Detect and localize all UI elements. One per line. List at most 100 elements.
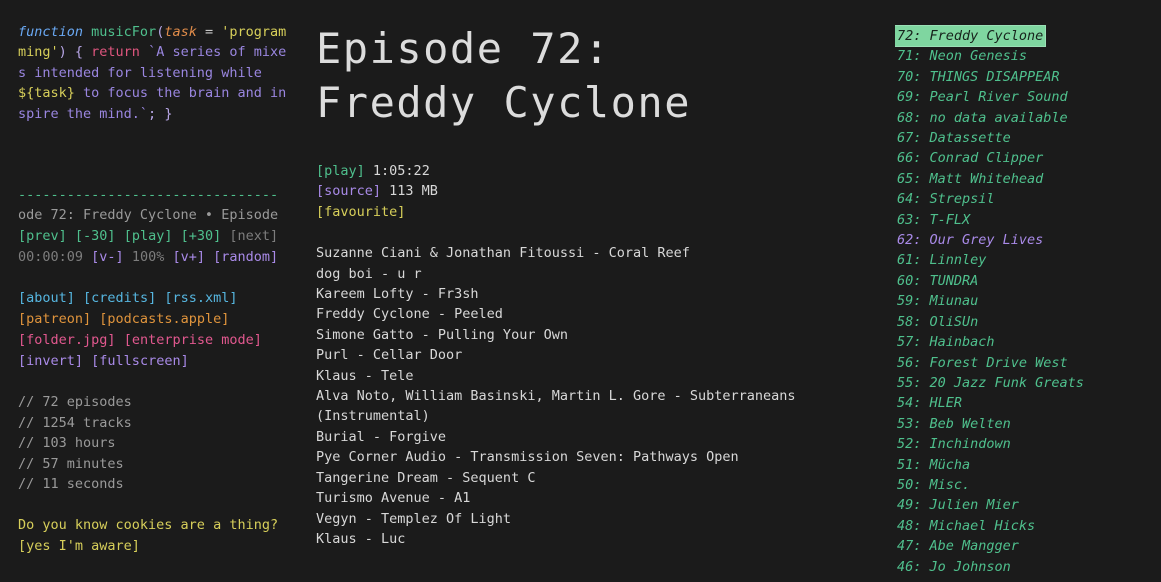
enterprise-mode-link[interactable]: [enterprise mode] bbox=[124, 332, 262, 348]
episode-list-item[interactable]: 67: Datassette bbox=[895, 128, 1013, 148]
episode-list-item[interactable]: 49: Julien Mier bbox=[895, 495, 1021, 515]
folder-jpg-link[interactable]: [folder.jpg] bbox=[18, 332, 116, 348]
volume-down-button[interactable]: [v-] bbox=[91, 249, 124, 265]
code-equals: = bbox=[196, 24, 222, 40]
stat-seconds: // 11 seconds bbox=[18, 476, 124, 493]
play-button[interactable]: [play] bbox=[124, 228, 173, 244]
random-button[interactable]: [random] bbox=[213, 249, 278, 265]
episode-list-item[interactable]: 72: Freddy Cyclone bbox=[895, 24, 1047, 48]
links-row-3: [folder.jpg] [enterprise mode] bbox=[18, 330, 310, 351]
episode-list-item[interactable]: 51: Mücha bbox=[895, 455, 972, 475]
track-item: Vegyn - Templez Of Light bbox=[316, 510, 512, 527]
episode-duration: 1:05:22 bbox=[372, 163, 430, 179]
episode-list-item[interactable]: 52: Inchindown bbox=[895, 434, 1013, 454]
forward-30-button[interactable]: [+30] bbox=[181, 228, 222, 244]
about-link[interactable]: [about] bbox=[18, 290, 75, 306]
stat-minutes: // 57 minutes bbox=[18, 455, 124, 472]
episode-list-item[interactable]: 48: Michael Hicks bbox=[895, 516, 1037, 536]
rewind-30-button[interactable]: [-30] bbox=[75, 228, 116, 244]
episode-list-item[interactable]: 61: Linnley bbox=[895, 250, 988, 270]
rss-link[interactable]: [rss.xml] bbox=[164, 290, 237, 306]
episode-list-item[interactable]: 54: HLER bbox=[895, 393, 964, 413]
code-parameter: task bbox=[164, 24, 197, 40]
episode-list-item[interactable]: 50: Misc. bbox=[895, 475, 972, 495]
code-semicolon: ; bbox=[148, 105, 165, 122]
track-item: Suzanne Ciani & Jonathan Fitoussi - Cora… bbox=[316, 245, 690, 262]
track-item: Kareem Lofty - Fr3sh bbox=[316, 286, 479, 303]
time-volume-row: 00:00:09 [v-] 100% [v+] [random] bbox=[18, 247, 310, 268]
episode-filesize: 113 MB bbox=[389, 183, 438, 200]
stat-tracks: // 1254 tracks bbox=[18, 414, 132, 431]
player-separator: -------------------------------- bbox=[18, 187, 279, 204]
track-item: dog boi - u r bbox=[316, 265, 422, 282]
episode-list-item[interactable]: 66: Conrad Clipper bbox=[895, 148, 1045, 168]
stat-hours: // 103 hours bbox=[18, 435, 116, 452]
track-item: Klaus - Tele bbox=[316, 367, 414, 384]
links-gap bbox=[18, 268, 310, 288]
meta-play-row: [play] 1:05:22 bbox=[316, 161, 895, 181]
episode-list-item[interactable]: 47: Abe Mangger bbox=[895, 536, 1021, 556]
cookie-gap bbox=[18, 495, 310, 515]
episode-list-item[interactable]: 62: Our Grey Lives bbox=[895, 230, 1045, 250]
episode-list-item[interactable]: 63: T-FLX bbox=[895, 210, 972, 230]
episode-list-item[interactable]: 46: Jo Johnson bbox=[895, 557, 1013, 577]
episode-list-item[interactable]: 60: TUNDRA bbox=[895, 271, 980, 291]
episode-list-item[interactable]: 58: OliSUn bbox=[895, 312, 980, 332]
code-brace-close: } bbox=[164, 105, 173, 122]
now-playing-marquee: ode 72: Freddy Cyclone • Episode bbox=[18, 207, 279, 224]
app-root: function musicFor(task = 'programming') … bbox=[0, 0, 1161, 582]
tracklist: Suzanne Ciani & Jonathan Fitoussi - Cora… bbox=[316, 243, 895, 549]
meta-favourite-row: [favourite] bbox=[316, 202, 895, 222]
episode-favourite-button[interactable]: [favourite] bbox=[316, 204, 405, 220]
fullscreen-link[interactable]: [fullscreen] bbox=[91, 353, 189, 369]
episode-list[interactable]: 72: Freddy Cyclone 71: Neon Genesis 70: … bbox=[895, 0, 1161, 582]
meta-source-row: [source] 113 MB bbox=[316, 181, 895, 201]
code-function-name: musicFor bbox=[83, 24, 157, 40]
volume-up-button[interactable]: [v+] bbox=[172, 249, 205, 265]
episode-list-item[interactable]: 70: THINGS DISAPPEAR bbox=[895, 67, 1062, 87]
episode-list-item[interactable]: 57: Hainbach bbox=[895, 332, 997, 352]
code-snippet: function musicFor(task = 'programming') … bbox=[18, 22, 290, 124]
episode-detail: Episode 72: Freddy Cyclone [play] 1:05:2… bbox=[310, 0, 895, 582]
code-return-keyword: return bbox=[91, 44, 140, 61]
episode-list-item[interactable]: 53: Beb Welten bbox=[895, 414, 1013, 434]
track-item: Burial - Forgive bbox=[316, 428, 447, 445]
episode-list-item[interactable]: 68: no data available bbox=[895, 108, 1070, 128]
patreon-link[interactable]: [patreon] bbox=[18, 311, 91, 327]
invert-link[interactable]: [invert] bbox=[18, 353, 83, 369]
apple-podcasts-link[interactable]: [podcasts.apple] bbox=[99, 311, 229, 327]
code-paren-close: ) bbox=[58, 44, 67, 61]
track-item: Purl - Cellar Door bbox=[316, 347, 463, 364]
track-item: Klaus - Luc bbox=[316, 530, 406, 547]
episode-play-button[interactable]: [play] bbox=[316, 163, 365, 179]
track-item: Tangerine Dream - Sequent C bbox=[316, 469, 536, 486]
episode-list-item[interactable]: 71: Neon Genesis bbox=[895, 46, 1029, 66]
volume-value: 100% bbox=[131, 249, 165, 266]
episode-list-item[interactable]: 56: Forest Drive West bbox=[895, 353, 1070, 373]
track-item: Turismo Avenue - A1 bbox=[316, 490, 471, 507]
code-keyword: function bbox=[18, 24, 84, 40]
track-item: Pye Corner Audio - Transmission Seven: P… bbox=[316, 449, 739, 466]
code-brace-open: { bbox=[66, 44, 92, 61]
episode-list-item[interactable]: 55: 20 Jazz Funk Greats bbox=[895, 373, 1086, 393]
stats-gap bbox=[18, 372, 310, 392]
episode-list-item[interactable]: 64: Strepsil bbox=[895, 189, 997, 209]
cookie-notice-text: Do you know cookies are a thing? bbox=[18, 516, 279, 533]
prev-button[interactable]: [prev] bbox=[18, 228, 67, 244]
episode-source-link[interactable]: [source] bbox=[316, 183, 381, 199]
links-row-2: [patreon] [podcasts.apple] bbox=[18, 309, 310, 330]
left-spacer bbox=[18, 126, 310, 186]
code-interpolation: ${task} bbox=[18, 85, 75, 102]
credits-link[interactable]: [credits] bbox=[83, 290, 156, 306]
links-row-4: [invert] [fullscreen] bbox=[18, 351, 310, 372]
links-row-1: [about] [credits] [rss.xml] bbox=[18, 288, 310, 309]
track-item: (Instrumental) bbox=[316, 408, 430, 425]
episode-meta: [play] 1:05:22 [source] 113 MB [favourit… bbox=[316, 161, 895, 222]
episode-list-item[interactable]: 59: Miunau bbox=[895, 291, 980, 311]
episode-list-item[interactable]: 65: Matt Whitehead bbox=[895, 169, 1045, 189]
cookie-accept-button[interactable]: [yes I'm aware] bbox=[18, 536, 310, 557]
page-title: Episode 72: Freddy Cyclone bbox=[316, 24, 692, 127]
transport-controls: [prev] [-30] [play] [+30] [next] bbox=[18, 226, 310, 247]
elapsed-time: 00:00:09 bbox=[18, 249, 84, 266]
episode-list-item[interactable]: 69: Pearl River Sound bbox=[895, 87, 1070, 107]
